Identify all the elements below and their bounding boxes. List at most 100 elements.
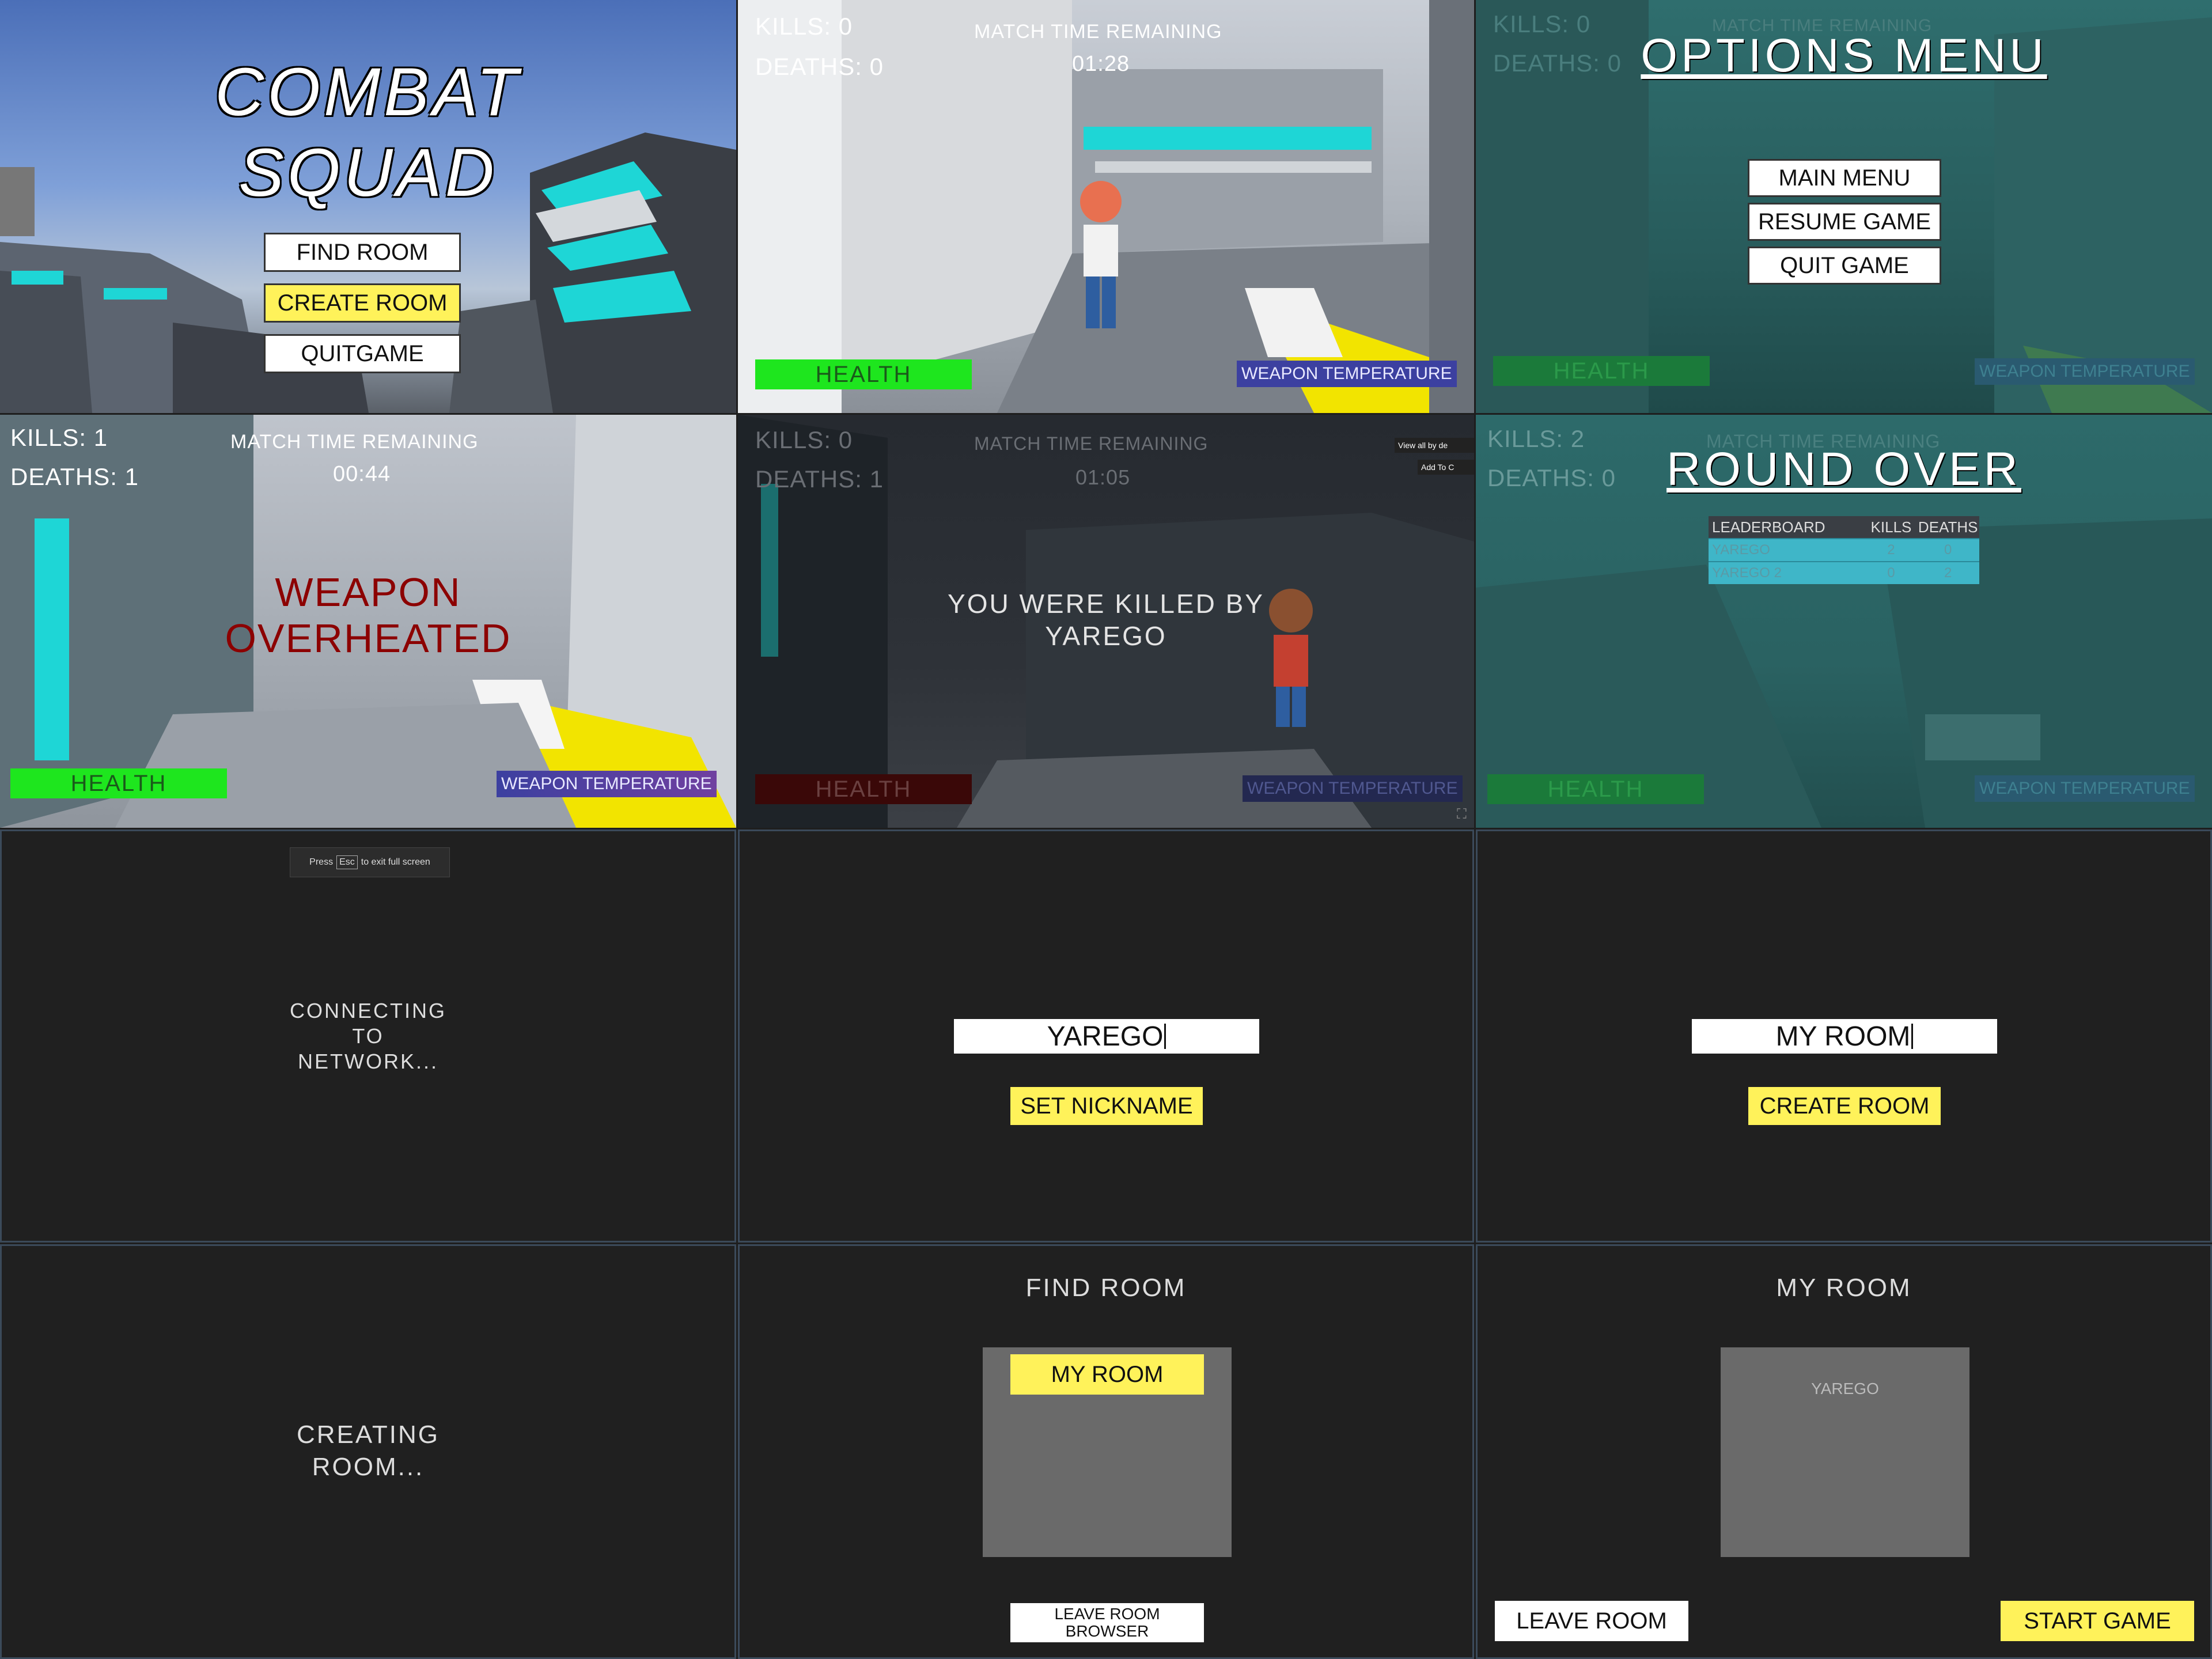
- create-room-button[interactable]: CREATE ROOM: [1748, 1087, 1941, 1125]
- room-name-input-value: MY ROOM: [1775, 1021, 1911, 1052]
- creating-line2: ROOM...: [312, 1453, 425, 1481]
- fullscreen-icon[interactable]: ⛶: [1457, 806, 1467, 823]
- weapon-temperature-bar: WEAPON TEMPERATURE: [1975, 358, 2195, 385]
- overheated-panel: KILLS: 1 DEATHS: 1 MATCH TIME REMAINING …: [0, 415, 736, 828]
- connecting-message: CONNECTING TO NETWORK...: [2, 998, 734, 1074]
- esc-key: Esc: [336, 855, 358, 869]
- main-menu-button[interactable]: MAIN MENU: [1748, 159, 1941, 197]
- my-room-title: MY ROOM: [1776, 1274, 1912, 1302]
- match-timer-label: MATCH TIME REMAINING: [974, 21, 1222, 43]
- leaderboard-row: YAREGO 2 0 2: [1709, 561, 1979, 584]
- options-menu-title: OPTIONS MENU: [1641, 29, 2047, 82]
- health-bar: HEALTH: [755, 359, 972, 389]
- weapon-temperature-bar: WEAPON TEMPERATURE: [497, 771, 717, 797]
- round-over-title: ROUND OVER: [1666, 443, 2021, 495]
- warning-line2: OVERHEATED: [225, 616, 512, 661]
- leaderboard-row-name: YAREGO: [1712, 542, 1770, 558]
- set-nickname-button[interactable]: SET NICKNAME: [1010, 1087, 1203, 1125]
- room-name-input[interactable]: MY ROOM: [1692, 1019, 1997, 1054]
- leave-room-browser-button[interactable]: LEAVE ROOM BROWSER: [1010, 1603, 1204, 1642]
- find-room-button[interactable]: FIND ROOM: [264, 233, 461, 272]
- health-bar: HEALTH: [1487, 774, 1704, 804]
- leave-room-button[interactable]: LEAVE ROOM: [1495, 1601, 1688, 1641]
- quit-game-button[interactable]: QUITGAME: [264, 334, 461, 373]
- leave-browser-line2: BROWSER: [1065, 1622, 1149, 1640]
- match-timer-value: 01:05: [1075, 465, 1131, 489]
- health-bar: HEALTH: [755, 774, 972, 804]
- enemy-character: [1080, 181, 1122, 328]
- creating-line1: CREATING: [296, 1421, 440, 1449]
- room-list-item[interactable]: MY ROOM: [1010, 1354, 1204, 1395]
- view-all-label: View all by de: [1398, 441, 1448, 450]
- text-cursor: [1164, 1024, 1166, 1049]
- leaderboard-row-kills: 0: [1887, 565, 1895, 581]
- player-list-item: YAREGO: [1811, 1380, 1879, 1397]
- connecting-panel: Press Esc to exit full screen CONNECTING…: [0, 830, 736, 1243]
- leaderboard-row: YAREGO 2 0: [1709, 538, 1979, 561]
- connecting-line3: NETWORK...: [298, 1050, 438, 1073]
- match-timer-value: 01:28: [1072, 52, 1130, 76]
- room-list[interactable]: MY ROOM: [983, 1347, 1232, 1557]
- create-room-panel: MY ROOM CREATE ROOM: [1476, 830, 2212, 1243]
- create-room-button[interactable]: CREATE ROOM: [264, 283, 461, 323]
- main-menu-panel: COMBAT SQUAD FIND ROOM CREATE ROOM QUITG…: [0, 0, 736, 413]
- warning-line1: WEAPON: [275, 570, 461, 615]
- leaderboard-header: LEADERBOARD KILLS DEATHS: [1709, 516, 1979, 538]
- leaderboard-row-kills: 2: [1887, 542, 1895, 558]
- weapon-overheated-warning: WEAPON OVERHEATED: [0, 569, 736, 661]
- deaths-counter: DEATHS: 0: [755, 53, 884, 80]
- game-title: COMBAT SQUAD: [0, 52, 736, 213]
- kills-counter: KILLS: 0: [755, 13, 853, 40]
- leaderboard-header-deaths: DEATHS: [1918, 518, 1978, 536]
- kills-counter: KILLS: 0: [755, 426, 853, 453]
- options-menu-panel: KILLS: 0 DEATHS: 0 MATCH TIME REMAINING …: [1476, 0, 2212, 413]
- killed-message: YOU WERE KILLED BY YAREGO: [738, 588, 1474, 652]
- health-bar: HEALTH: [10, 768, 227, 798]
- gameplay-panel: KILLS: 0 DEATHS: 0 MATCH TIME REMAINING …: [738, 0, 1474, 413]
- player-list: YAREGO: [1721, 1347, 1969, 1557]
- match-timer-label: MATCH TIME REMAINING: [974, 433, 1209, 454]
- weapon-temperature-bar: WEAPON TEMPERATURE: [1243, 775, 1463, 802]
- nickname-panel: YAREGO SET NICKNAME: [738, 830, 1474, 1243]
- connecting-line1: CONNECTING: [290, 999, 446, 1022]
- nickname-input[interactable]: YAREGO: [954, 1019, 1259, 1054]
- weapon-temperature-bar: WEAPON TEMPERATURE: [1237, 361, 1457, 387]
- killer-character: [1269, 589, 1313, 727]
- round-over-panel: KILLS: 2 DEATHS: 0 MATCH TIME REMAINING …: [1476, 415, 2212, 828]
- match-timer-label: MATCH TIME REMAINING: [230, 431, 479, 453]
- leaderboard-header-name: LEADERBOARD: [1712, 518, 1825, 536]
- add-to-label: Add To C: [1421, 463, 1455, 472]
- leaderboard-row-deaths: 2: [1944, 565, 1952, 581]
- health-bar: HEALTH: [1493, 356, 1710, 386]
- game-title-line1: COMBAT: [214, 54, 522, 130]
- text-cursor: [1911, 1024, 1914, 1049]
- find-room-title: FIND ROOM: [1025, 1274, 1187, 1302]
- deaths-counter: DEATHS: 1: [755, 465, 884, 493]
- killed-message-line1: YOU WERE KILLED BY: [948, 589, 1264, 619]
- connecting-line2: TO: [352, 1024, 384, 1048]
- find-room-panel: FIND ROOM MY ROOM LEAVE ROOM BROWSER: [738, 1244, 1474, 1659]
- killed-panel: KILLS: 0 DEATHS: 1 MATCH TIME REMAINING …: [738, 415, 1474, 828]
- match-timer-value: 00:44: [333, 462, 391, 486]
- fullscreen-notice: Press Esc to exit full screen: [290, 847, 450, 877]
- leaderboard-row-deaths: 0: [1944, 542, 1952, 558]
- view-all-overlay[interactable]: View all by de: [1395, 438, 1474, 453]
- game-title-line2: SQUAD: [238, 135, 498, 211]
- leave-browser-line1: LEAVE ROOM: [1054, 1605, 1160, 1623]
- screenshot-grid: COMBAT SQUAD FIND ROOM CREATE ROOM QUITG…: [0, 0, 2212, 1659]
- add-to-overlay[interactable]: Add To C: [1418, 460, 1474, 475]
- nickname-input-value: YAREGO: [1047, 1021, 1164, 1052]
- kills-counter: KILLS: 1: [10, 424, 108, 451]
- leaderboard-row-name: YAREGO 2: [1712, 565, 1782, 581]
- killed-message-line2: YAREGO: [1045, 621, 1167, 651]
- leaderboard: LEADERBOARD KILLS DEATHS YAREGO 2 0 YARE…: [1709, 516, 1979, 584]
- creating-message: CREATING ROOM...: [2, 1419, 734, 1483]
- fullscreen-rest: to exit full screen: [361, 857, 430, 867]
- quit-game-button[interactable]: QUIT GAME: [1748, 247, 1941, 285]
- resume-game-button[interactable]: RESUME GAME: [1748, 203, 1941, 241]
- my-room-panel: MY ROOM YAREGO LEAVE ROOM START GAME: [1476, 1244, 2212, 1659]
- leaderboard-header-kills: KILLS: [1870, 518, 1912, 536]
- fullscreen-press: Press: [309, 857, 334, 867]
- start-game-button[interactable]: START GAME: [2001, 1601, 2194, 1641]
- deaths-counter: DEATHS: 1: [10, 463, 139, 490]
